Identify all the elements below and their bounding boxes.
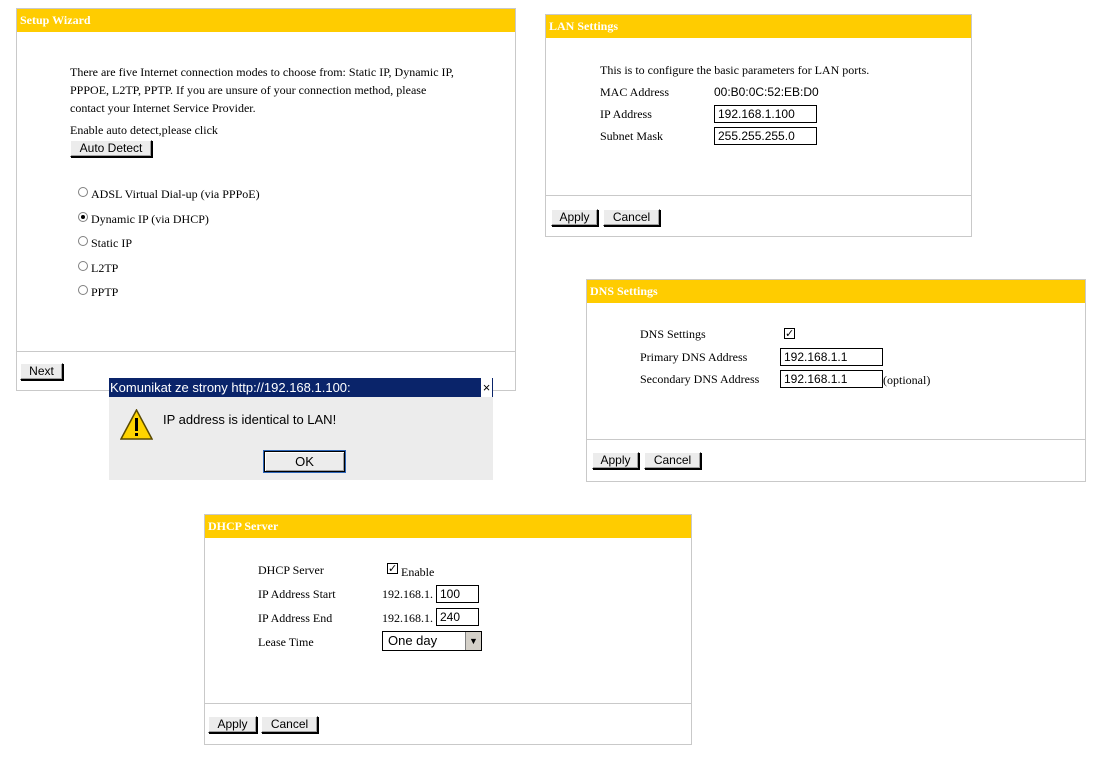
setup-wizard-panel: Setup Wizard There are five Internet con… bbox=[0, 0, 518, 393]
mode-label-pptp: PPTP bbox=[91, 285, 119, 299]
lan-divider bbox=[546, 195, 971, 196]
mode-label-static: Static IP bbox=[91, 236, 132, 250]
dns-cancel-button[interactable]: Cancel bbox=[644, 452, 701, 469]
dns-divider bbox=[587, 439, 1085, 440]
dns-settings-frame: DNS Settings DNS Settings ✓ Primary DNS … bbox=[586, 279, 1086, 482]
setup-wizard-title: Setup Wizard bbox=[17, 9, 515, 32]
mode-label-l2tp: L2TP bbox=[91, 261, 119, 275]
dhcp-apply-button[interactable]: Apply bbox=[208, 716, 257, 733]
mode-label-dhcp: Dynamic IP (via DHCP) bbox=[91, 212, 209, 226]
primary-dns-label: Primary DNS Address bbox=[640, 350, 748, 364]
dns-apply-button[interactable]: Apply bbox=[592, 452, 639, 469]
dns-settings-title: DNS Settings bbox=[587, 280, 1085, 303]
mode-radio-pptp[interactable] bbox=[78, 285, 88, 295]
setup-wizard-frame: Setup Wizard There are five Internet con… bbox=[16, 8, 516, 391]
lease-time-select[interactable]: One day ▼ bbox=[382, 631, 482, 651]
mac-label: MAC Address bbox=[600, 85, 670, 99]
dhcp-cancel-button[interactable]: Cancel bbox=[261, 716, 318, 733]
ip-start-input[interactable]: 100 bbox=[436, 585, 479, 603]
next-button[interactable]: Next bbox=[20, 363, 63, 380]
lan-cancel-button[interactable]: Cancel bbox=[603, 209, 660, 226]
alert-message: IP address is identical to LAN! bbox=[163, 412, 337, 427]
alert-dialog-title: Komunikat ze strony http://192.168.1.100… bbox=[109, 378, 493, 397]
auto-detect-button[interactable]: Auto Detect bbox=[70, 140, 152, 157]
lan-settings-panel: LAN Settings This is to configure the ba… bbox=[538, 8, 972, 238]
close-icon[interactable]: × bbox=[481, 378, 492, 397]
secondary-dns-optional: (optional) bbox=[883, 373, 931, 387]
dns-settings-panel: DNS Settings DNS Settings ✓ Primary DNS … bbox=[569, 262, 1088, 491]
mode-label-pppoe: ADSL Virtual Dial-up (via PPPoE) bbox=[91, 187, 260, 201]
ip-end-label: IP Address End bbox=[258, 611, 333, 625]
lan-apply-button[interactable]: Apply bbox=[551, 209, 598, 226]
lease-time-label: Lease Time bbox=[258, 635, 314, 649]
mode-radio-pppoe[interactable] bbox=[78, 187, 88, 197]
alert-dialog: Komunikat ze strony http://192.168.1.100… bbox=[109, 378, 493, 480]
ip-address-input[interactable]: 192.168.1.100 bbox=[714, 105, 817, 123]
dhcp-server-panel: DHCP Server DHCP Server ✓ Enable IP Addr… bbox=[183, 505, 692, 745]
intro-line-1: There are five Internet connection modes… bbox=[70, 65, 454, 79]
lan-settings-title: LAN Settings bbox=[546, 15, 971, 38]
dns-enable-label: DNS Settings bbox=[640, 327, 706, 341]
lan-settings-frame: LAN Settings This is to configure the ba… bbox=[545, 14, 972, 237]
secondary-dns-input[interactable]: 192.168.1.1 bbox=[780, 370, 883, 388]
intro-line-3: contact your Internet Service Provider. bbox=[70, 101, 256, 115]
subnet-mask-input[interactable]: 255.255.255.0 bbox=[714, 127, 817, 145]
chevron-down-icon[interactable]: ▼ bbox=[465, 632, 481, 650]
dhcp-enable-label: Enable bbox=[401, 565, 435, 579]
mask-label: Subnet Mask bbox=[600, 129, 663, 143]
dns-enable-checkbox[interactable]: ✓ bbox=[784, 328, 795, 339]
ip-label: IP Address bbox=[600, 107, 652, 121]
secondary-dns-label: Secondary DNS Address bbox=[640, 372, 760, 386]
mode-radio-l2tp[interactable] bbox=[78, 261, 88, 271]
warning-icon bbox=[120, 409, 153, 440]
lease-time-value: One day bbox=[388, 633, 438, 648]
mode-radio-dhcp[interactable] bbox=[78, 212, 88, 222]
ok-button[interactable]: OK bbox=[264, 451, 345, 472]
auto-detect-text: Enable auto detect,please click bbox=[70, 123, 218, 137]
ip-end-input[interactable]: 240 bbox=[436, 608, 479, 626]
dhcp-server-label: DHCP Server bbox=[258, 563, 324, 577]
lan-description: This is to configure the basic parameter… bbox=[600, 63, 870, 77]
mac-value: 00:B0:0C:52:EB:D0 bbox=[714, 85, 819, 99]
ip-start-label: IP Address Start bbox=[258, 587, 336, 601]
intro-line-2: PPPOE, L2TP, PPTP. If you are unsure of … bbox=[70, 83, 427, 97]
dhcp-server-frame: DHCP Server DHCP Server ✓ Enable IP Addr… bbox=[204, 514, 692, 745]
dhcp-server-title: DHCP Server bbox=[205, 515, 691, 538]
ip-end-prefix: 192.168.1. bbox=[382, 611, 433, 625]
mode-radio-static[interactable] bbox=[78, 236, 88, 246]
dhcp-enable-checkbox[interactable]: ✓ bbox=[387, 563, 398, 574]
primary-dns-input[interactable]: 192.168.1.1 bbox=[780, 348, 883, 366]
dhcp-divider bbox=[205, 703, 691, 704]
ip-start-prefix: 192.168.1. bbox=[382, 587, 433, 601]
setup-wizard-divider bbox=[17, 351, 515, 352]
